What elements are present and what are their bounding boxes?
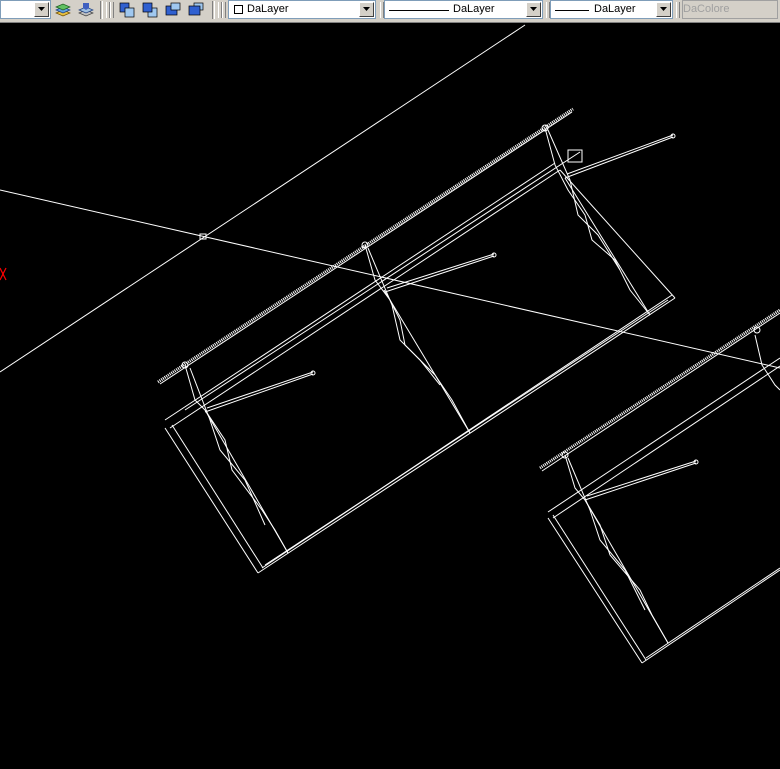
drawing-geometry [0,24,780,664]
ucs-marker-icon [0,267,7,281]
drawing-canvas[interactable] [0,23,780,769]
construction-line [0,189,780,369]
construction-line [0,24,526,373]
awning-assembly-1 [157,107,676,574]
